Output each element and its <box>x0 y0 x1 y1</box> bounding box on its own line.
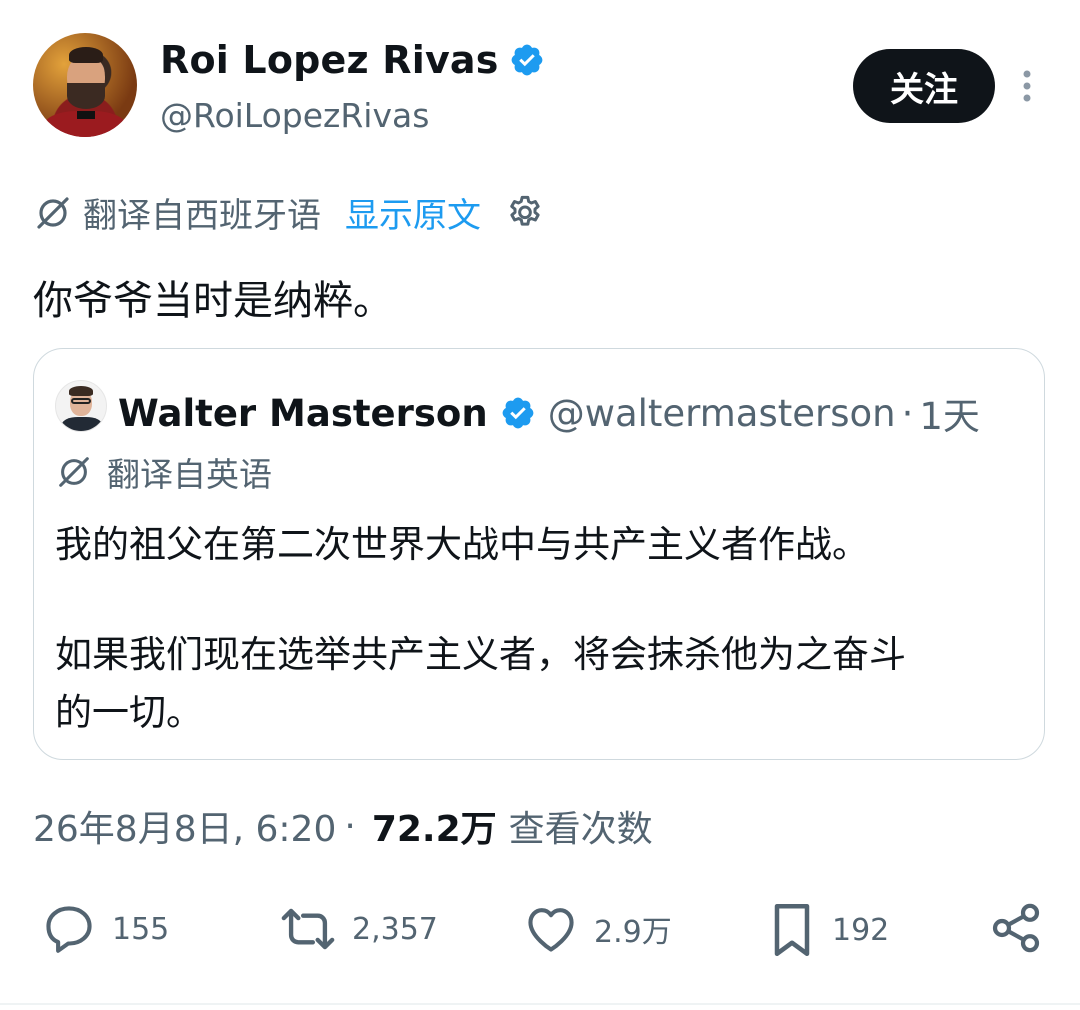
quoted-tweet-line: 我的祖父在第二次世界大战中与共产主义者作战。 <box>55 523 869 566</box>
divider <box>0 1003 1080 1005</box>
retweet-button[interactable]: 2,357 <box>278 900 438 958</box>
like-button[interactable]: 2.9万 <box>522 900 672 958</box>
share-button[interactable] <box>988 900 1058 956</box>
quoted-tweet-line: 的一切。 <box>55 691 203 734</box>
settings-gear-icon[interactable] <box>505 193 545 233</box>
author-name-text[interactable]: Roi Lopez Rivas <box>160 38 499 82</box>
bookmark-count: 192 <box>832 912 890 948</box>
separator-dot: · <box>344 805 356 847</box>
verified-badge-icon <box>511 44 542 76</box>
retweet-count: 2,357 <box>352 911 438 947</box>
tweet-timestamp[interactable]: 26年8月8日, 6:20 <box>33 800 336 852</box>
bookmark-button[interactable]: 192 <box>766 900 889 960</box>
quoted-tweet-line: 如果我们现在选举共产主义者，将会抹杀他为之奋斗 <box>55 633 906 676</box>
tweet-text: 你爷爷当时是纳粹。 <box>33 278 393 324</box>
like-icon <box>528 908 574 952</box>
tweet-meta: 26年8月8日, 6:20 · 72.2万 查看次数 <box>33 800 653 852</box>
verified-badge-icon <box>502 397 534 429</box>
reply-count: 155 <box>112 911 170 947</box>
quoted-author-avatar[interactable] <box>55 380 107 432</box>
bookmark-icon <box>774 904 810 956</box>
follow-button[interactable]: 关注 <box>853 49 995 123</box>
translation-row: 翻译自西班牙语 显示原文 <box>33 188 545 237</box>
views-label: 查看次数 <box>508 809 653 850</box>
more-options-icon[interactable] <box>1012 66 1042 106</box>
quoted-author-name[interactable]: Walter Masterson <box>118 392 488 435</box>
author-avatar[interactable] <box>33 33 137 137</box>
share-icon <box>992 903 1040 953</box>
like-count: 2.9万 <box>594 915 672 950</box>
translate-icon <box>37 196 69 229</box>
quoted-translation-row: 翻译自英语 <box>55 448 272 496</box>
separator-dot: · <box>901 391 914 435</box>
quoted-tweet-header: Walter Masterson @waltermasterson · 1天 <box>118 386 980 440</box>
quoted-translation-label: 翻译自英语 <box>107 455 272 494</box>
reply-button[interactable]: 155 <box>40 900 169 958</box>
quoted-tweet-time[interactable]: 1天 <box>919 386 980 440</box>
views-count: 72.2万 <box>371 809 497 850</box>
reply-icon <box>46 906 92 953</box>
retweet-icon <box>281 908 335 950</box>
translation-label: 翻译自西班牙语 <box>83 196 321 236</box>
author-handle[interactable]: @RoiLopezRivas <box>160 96 429 135</box>
quoted-author-handle[interactable]: @waltermasterson <box>548 392 896 435</box>
author-display-name[interactable]: Roi Lopez Rivas <box>160 38 545 82</box>
translate-icon <box>59 457 89 487</box>
show-original-link[interactable]: 显示原文 <box>345 188 481 237</box>
